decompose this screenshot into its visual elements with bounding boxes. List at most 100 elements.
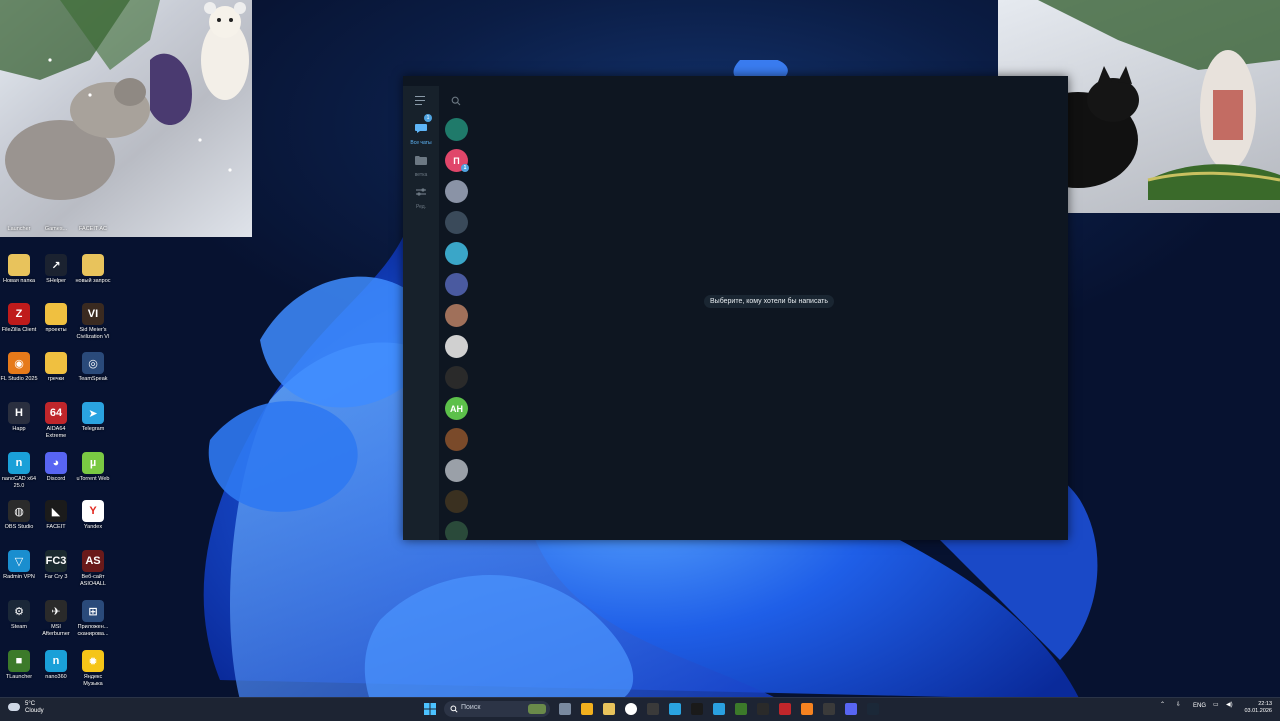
folders-rail: Все чаты 1 ветка Ред. xyxy=(403,86,439,540)
taskbar-app-icon[interactable] xyxy=(713,703,725,715)
weather-widget[interactable]: 5°C Cloudy xyxy=(8,701,44,715)
taskbar-search[interactable]: Поиск xyxy=(444,701,550,717)
telegram-window[interactable]: Все чаты 1 ветка Ред. П 1 АН Выберите, ком… xyxy=(403,76,1068,540)
taskbar-app-icon[interactable] xyxy=(691,703,703,715)
chat-avatar[interactable]: П1 xyxy=(445,149,469,172)
taskbar-app-icon[interactable] xyxy=(669,703,681,715)
chat-avatar[interactable]: АН xyxy=(445,397,468,420)
desktop-icon[interactable]: новый запрос xyxy=(74,254,112,285)
chat-avatar[interactable] xyxy=(445,242,468,265)
chat-avatar[interactable] xyxy=(445,273,468,296)
tray-download-icon[interactable]: ⇩ xyxy=(1176,701,1181,708)
desktop-icon-label: TeamSpeak xyxy=(78,376,108,382)
desktop-icon-glyph xyxy=(8,254,30,276)
taskbar-app-icon[interactable] xyxy=(801,703,813,715)
desktop-icon[interactable]: AS Веб-сайт ASIO4ALL xyxy=(74,550,112,587)
chat-avatar[interactable] xyxy=(445,211,468,234)
chat-avatar[interactable] xyxy=(445,490,468,513)
folder-all-chats[interactable]: Все чаты 1 xyxy=(403,114,439,146)
desktop-icon[interactable]: ◎ TeamSpeak xyxy=(74,352,112,383)
desktop-icon[interactable]: n nanoCAD x64 25.0 xyxy=(0,452,38,489)
desktop-icon[interactable]: ⊞ Приложен... сканирова... xyxy=(74,600,112,637)
desktop-icon[interactable]: VI Sid Meier's Civilization VI xyxy=(74,303,112,340)
desktop-icon[interactable]: ✹ Яндекс Музыка xyxy=(74,650,112,687)
desktop-icon-glyph: 64 xyxy=(45,402,67,424)
chat-avatar[interactable] xyxy=(445,521,468,540)
chat-list: П 1 АН xyxy=(439,86,473,540)
chat-avatar[interactable] xyxy=(445,459,468,482)
chat-avatar[interactable] xyxy=(445,428,468,451)
taskbar-app-icon[interactable] xyxy=(757,703,769,715)
desktop-icon-glyph: VI xyxy=(82,303,104,325)
desktop-icon-label: Far Cry 3 xyxy=(44,574,68,580)
tray-overflow-chevron-icon[interactable]: ⌃ xyxy=(1160,701,1165,708)
clock[interactable]: 22:13 03.01.2026 xyxy=(1240,701,1272,715)
desktop-icon-glyph: H xyxy=(8,402,30,424)
desktop-icon[interactable]: проекты xyxy=(37,303,75,334)
chat-unread-badge: 1 xyxy=(461,164,469,172)
taskbar-app-icon[interactable] xyxy=(603,703,615,715)
webcam-overlay-left xyxy=(0,0,252,237)
desktop-icon-label: nanoCAD x64 25.0 xyxy=(1,476,37,489)
desktop-icon-label: Discord xyxy=(46,476,66,482)
desktop-icon[interactable]: ✈ MSI Afterburner xyxy=(37,600,75,637)
taskbar-app-icon[interactable] xyxy=(867,703,879,715)
desktop-icon[interactable]: 64 AIDA64 Extreme xyxy=(37,402,75,439)
folder-edit[interactable]: Ред. xyxy=(403,184,439,210)
desktop-icon[interactable]: ◕ Discord xyxy=(37,452,75,483)
desktop-icon[interactable]: ▲FACEIT AC xyxy=(74,224,112,233)
taskbar-app-icon[interactable] xyxy=(559,703,571,715)
desktop-icon[interactable]: ◣ FACEIT xyxy=(37,500,75,531)
desktop-icon[interactable]: FC3 Far Cry 3 xyxy=(37,550,75,581)
taskbar-app-icon[interactable] xyxy=(845,703,857,715)
desktop-icon-label: проекты xyxy=(45,327,67,333)
volume-icon[interactable]: ◀) xyxy=(1226,701,1233,708)
desktop-icon[interactable]: Launcher xyxy=(0,224,38,233)
desktop-icon-label: uTorrent Web xyxy=(76,476,110,482)
desktop-icon-label: MSI Afterburner xyxy=(42,624,70,637)
desktop-icon-label: Яндекс Музыка xyxy=(83,674,103,687)
desktop-icon[interactable]: ◉ FL Studio 2025 xyxy=(0,352,38,383)
desktop-icon[interactable]: ▽ Radmin VPN xyxy=(0,550,38,581)
search-icon[interactable] xyxy=(451,96,461,106)
desktop-icon[interactable]: H Happ xyxy=(0,402,38,433)
desktop-icon[interactable]: ➤ Telegram xyxy=(74,402,112,433)
chat-avatar[interactable] xyxy=(445,118,468,141)
network-icon[interactable]: ▭ xyxy=(1213,701,1219,708)
language-indicator[interactable]: ENG xyxy=(1193,703,1206,709)
cloud-icon xyxy=(8,703,20,711)
taskbar-app-icon[interactable] xyxy=(823,703,835,715)
desktop-icon[interactable]: ↗ SHelper xyxy=(37,254,75,285)
desktop-icon[interactable]: Новая папка xyxy=(0,254,38,285)
chat-avatar[interactable] xyxy=(445,335,468,358)
weather-temp: 5°C xyxy=(25,701,36,707)
desktop-icon-label: FACEIT xyxy=(46,524,66,530)
desktop-icon-label: AIDA64 Extreme xyxy=(45,426,67,439)
start-button[interactable] xyxy=(424,703,436,715)
taskbar-app-icon[interactable] xyxy=(581,703,593,715)
window-titlebar[interactable] xyxy=(403,76,1068,86)
chat-avatar[interactable] xyxy=(445,304,468,327)
desktop-icon[interactable]: ■ TLauncher xyxy=(0,650,38,681)
desktop-icon[interactable]: гречки xyxy=(37,352,75,383)
taskbar-app-icon[interactable] xyxy=(625,703,637,715)
desktop-icon[interactable]: Games... xyxy=(37,224,75,233)
desktop-icon-glyph: AS xyxy=(82,550,104,572)
taskbar-app-icon[interactable] xyxy=(735,703,747,715)
folder-custom[interactable]: ветка xyxy=(403,152,439,178)
desktop-icon[interactable]: Y Yandex xyxy=(74,500,112,531)
chat-avatar[interactable] xyxy=(445,180,468,203)
desktop-icon-label: Yandex xyxy=(83,524,103,530)
desktop-icon[interactable]: ◍ OBS Studio xyxy=(0,500,38,531)
desktop-icon[interactable]: µ uTorrent Web xyxy=(74,452,112,483)
menu-icon[interactable] xyxy=(415,96,427,106)
chat-avatar[interactable] xyxy=(445,366,468,389)
desktop-icon-label: FACEIT AC xyxy=(78,226,108,232)
desktop-icon-glyph: ✹ xyxy=(82,650,104,672)
desktop-icon-label: OBS Studio xyxy=(4,524,34,530)
taskbar-app-icon[interactable] xyxy=(647,703,659,715)
desktop-icon[interactable]: n nano360 xyxy=(37,650,75,681)
taskbar-app-icon[interactable] xyxy=(779,703,791,715)
desktop-icon[interactable]: ⚙ Steam xyxy=(0,600,38,631)
desktop-icon[interactable]: Z FileZilla Client xyxy=(0,303,38,334)
